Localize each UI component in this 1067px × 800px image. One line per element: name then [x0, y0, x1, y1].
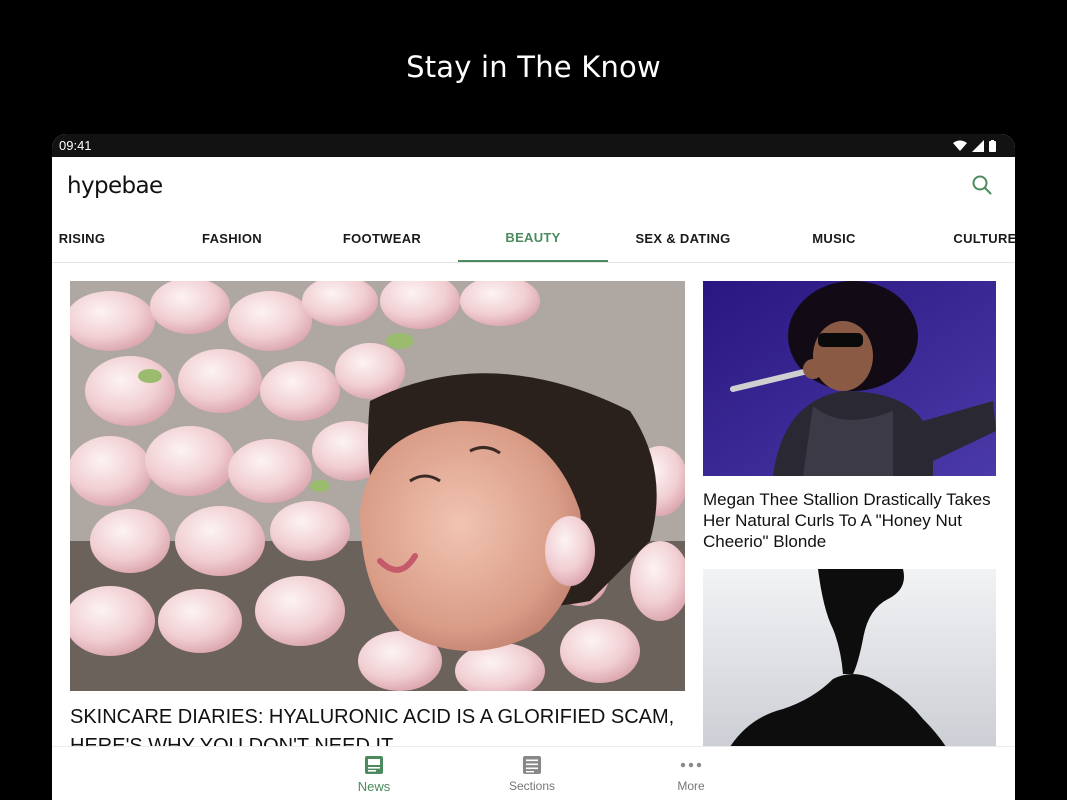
more-icon	[679, 753, 703, 777]
bottom-navigation: News Sections More	[52, 746, 1015, 800]
tab-culture[interactable]: CULTURE	[910, 215, 1015, 262]
news-icon	[362, 753, 386, 777]
status-bar: 09:41	[52, 134, 1015, 157]
hero-article-image[interactable]	[70, 281, 685, 691]
hero-article-title[interactable]: SKINCARE DIARIES: HYALURONIC ACID IS A G…	[70, 703, 685, 746]
side-article-title-1[interactable]: Megan Thee Stallion Drastically Takes He…	[703, 489, 1003, 552]
search-button[interactable]	[971, 174, 993, 196]
battery-icon	[989, 139, 996, 152]
nav-news[interactable]: News	[324, 753, 424, 800]
nav-more[interactable]: More	[641, 753, 741, 800]
nav-news-label: News	[357, 779, 391, 794]
side-article-image-2[interactable]	[703, 569, 996, 746]
signal-icon	[972, 139, 984, 152]
device-frame: 09:41 hypebae RISING FASHION FOOTWEAR BE…	[52, 134, 1015, 800]
tab-sex-dating[interactable]: SEX & DATING	[608, 215, 758, 262]
nav-sections-label: Sections	[508, 779, 556, 793]
performer-illustration	[703, 281, 996, 476]
article-feed: SKINCARE DIARIES: HYALURONIC ACID IS A G…	[52, 263, 1015, 746]
nav-sections[interactable]: Sections	[482, 753, 582, 800]
app-logo[interactable]: hypebae	[67, 173, 163, 199]
tab-beauty[interactable]: BEAUTY	[458, 215, 608, 262]
category-tabs: RISING FASHION FOOTWEAR BEAUTY SEX & DAT…	[52, 215, 1015, 263]
promo-title: Stay in The Know	[406, 50, 661, 84]
silhouette-illustration	[703, 569, 996, 746]
tab-music[interactable]: MUSIC	[759, 215, 909, 262]
hero-image-illustration	[70, 281, 685, 691]
status-icons	[953, 139, 1008, 152]
tab-footwear[interactable]: FOOTWEAR	[307, 215, 457, 262]
wifi-icon	[953, 140, 967, 151]
side-article-image-1[interactable]	[703, 281, 996, 476]
status-time: 09:41	[59, 138, 92, 153]
tab-rising[interactable]: RISING	[52, 215, 157, 262]
sections-icon	[520, 753, 544, 777]
nav-more-label: More	[677, 779, 705, 793]
app-header: hypebae	[52, 157, 1015, 215]
search-icon	[972, 175, 992, 195]
tab-fashion[interactable]: FASHION	[157, 215, 307, 262]
